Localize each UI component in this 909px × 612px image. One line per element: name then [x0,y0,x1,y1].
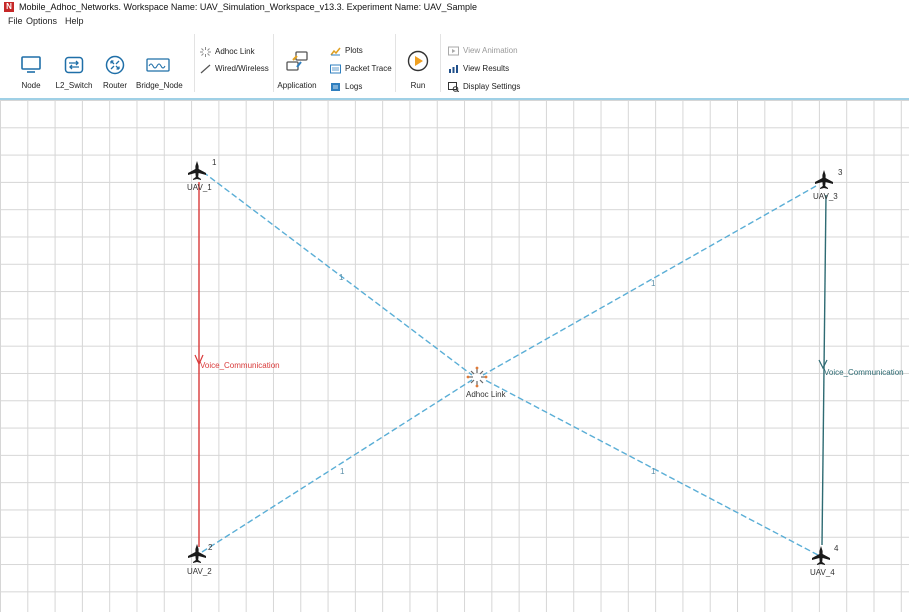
adhoc-link-icon [466,366,488,388]
l2-switch-button[interactable]: L2_Switch [54,54,94,90]
adhoc-link-line[interactable] [202,171,473,376]
aircraft-icon [815,170,833,189]
ribbon-toolbar: Node L2_Switch Router Bridge_Node Adhoc … [0,28,909,100]
packet-trace-icon [330,64,341,74]
aircraft-icon [188,161,206,180]
switch-icon [64,56,84,74]
plots-button[interactable]: Plots [330,45,363,56]
plots-icon [330,47,341,56]
menu-options[interactable]: Options [25,14,58,28]
ribbon-separator [395,34,396,92]
uav-node-3[interactable]: 3 UAV_3 [813,168,843,201]
adhoc-link-button[interactable]: Adhoc Link [200,46,255,57]
router-label: Router [102,81,127,90]
app-logo-icon: N [4,2,14,12]
adhoc-link-line[interactable] [482,185,817,376]
link-label: 1 [340,467,345,476]
router-icon [105,55,125,75]
adhoc-link-line[interactable] [201,379,473,553]
network-diagram[interactable]: 1 1 1 1 Voice_Communication Voice_Commun… [0,100,909,612]
node-button[interactable]: Node [12,54,50,90]
monitor-icon [21,56,41,73]
adhoc-link-node-label: Adhoc Link [466,390,507,399]
menu-file[interactable]: File [7,14,24,28]
ribbon-separator [273,34,274,92]
node-id: 3 [838,168,843,177]
link-label: 1 [339,273,344,282]
node-id: 2 [208,543,213,552]
node-name: UAV_1 [187,183,212,192]
uav-node-1[interactable]: 1 UAV_1 [187,158,217,192]
application-icon [286,51,308,71]
wired-wireless-button[interactable]: Wired/Wireless [200,63,269,74]
node-name: UAV_4 [810,568,835,577]
packet-trace-label: Packet Trace [345,64,392,73]
link-label: 1 [651,467,656,476]
run-button[interactable]: Run [400,50,436,90]
application-flow-1[interactable]: Voice_Communication [194,182,280,547]
l2-switch-label: L2_Switch [55,81,93,90]
logs-label: Logs [345,82,363,91]
menu-bar: File Options Help [0,14,909,28]
logs-button[interactable]: Logs [330,81,362,92]
bridge-node-icon [146,58,170,72]
run-label: Run [410,81,426,90]
view-results-button[interactable]: View Results [448,63,509,74]
view-animation-label: View Animation [463,46,518,55]
title-bar: N Mobile_Adhoc_Networks. Workspace Name:… [0,0,909,14]
plots-label: Plots [345,46,363,55]
node-label: Node [21,81,41,90]
router-button[interactable]: Router [97,54,133,90]
node-id: 4 [834,544,839,553]
node-name: UAV_3 [813,192,838,201]
bridge-node-label: Bridge_Node [136,81,183,90]
node-id: 1 [212,158,217,167]
adhoc-links[interactable] [201,171,819,556]
bridge-node-button[interactable]: Bridge_Node [136,54,183,90]
packet-trace-button[interactable]: Packet Trace [330,63,392,74]
application-label: Application [277,81,317,90]
application-button[interactable]: Application [275,50,319,90]
adhoc-link-icon [200,46,211,57]
uav-node-2[interactable]: 2 UAV_2 [187,543,213,576]
view-animation-icon [448,46,459,56]
display-settings-button[interactable]: Display Settings [448,81,520,92]
adhoc-link-node[interactable]: Adhoc Link [466,366,507,399]
application-label: Voice_Communication [824,368,904,377]
menu-help[interactable]: Help [64,14,85,28]
ribbon-separator [194,34,195,92]
wired-wireless-label: Wired/Wireless [215,64,269,73]
run-icon [407,50,429,72]
application-label: Voice_Communication [200,361,280,370]
link-line-icon [200,64,211,74]
view-results-icon [449,64,458,73]
uav-node-4[interactable]: 4 UAV_4 [810,544,839,577]
display-settings-icon [448,81,459,92]
window-title: Mobile_Adhoc_Networks. Workspace Name: U… [19,2,478,12]
aircraft-icon [812,546,830,565]
ribbon-separator [440,34,441,92]
application-flow-2[interactable]: Voice_Communication [818,194,904,546]
view-results-label: View Results [463,64,510,73]
node-name: UAV_2 [187,567,212,576]
display-settings-label: Display Settings [463,82,521,91]
view-animation-button[interactable]: View Animation [448,45,518,56]
logs-icon [331,82,340,91]
network-canvas[interactable]: 1 1 1 1 Voice_Communication Voice_Commun… [0,100,909,612]
link-label: 1 [651,279,656,288]
aircraft-icon [188,544,206,563]
adhoc-link-label: Adhoc Link [215,47,255,56]
